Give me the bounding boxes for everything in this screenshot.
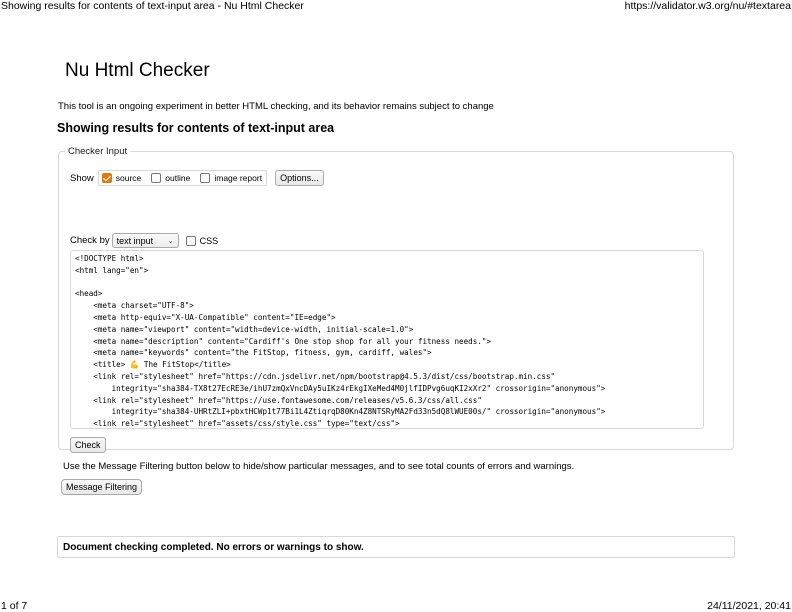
show-row: Show source outline image report Options… xyxy=(70,170,324,186)
show-outline-option[interactable]: outline xyxy=(151,173,190,183)
css-checkbox[interactable] xyxy=(185,235,196,246)
message-filtering-button[interactable]: Message Filtering xyxy=(61,479,143,495)
checker-input-legend: Checker Input xyxy=(68,146,128,157)
outline-label: outline xyxy=(165,173,191,183)
show-image-report-option[interactable]: image report xyxy=(200,173,262,183)
source-checkbox[interactable] xyxy=(101,173,112,183)
check-by-label: Check by xyxy=(70,235,110,246)
code-line: <meta name="keywords" content="the FitSt… xyxy=(75,348,432,358)
message-filtering-note: Use the Message Filtering button below t… xyxy=(63,461,575,472)
code-line: integrity="sha384-UHRtZLI+pbxtHCWp1t77Bi… xyxy=(75,407,606,417)
image-report-checkbox[interactable] xyxy=(200,173,211,183)
code-line: <link rel="stylesheet" href="https://cdn… xyxy=(75,371,556,381)
show-options-group: source outline image report xyxy=(97,170,268,186)
intro-text: This tool is an ongoing experiment in be… xyxy=(58,101,494,112)
css-label: CSS xyxy=(199,235,219,246)
source-textarea[interactable]: <!DOCTYPE html> <html lang="en"> <head> <m… xyxy=(70,250,704,429)
code-line: <meta name="description" content="Cardif… xyxy=(75,336,492,346)
code-line: <title> 💪 The FitStop</title> xyxy=(75,360,231,370)
show-label: Show xyxy=(70,172,94,184)
code-line: <meta http-equiv="X-UA-Compatible" conte… xyxy=(75,312,336,322)
check-by-row: Check by text input ⌄ CSS xyxy=(70,233,218,248)
result-message: Document checking completed. No errors o… xyxy=(57,536,735,558)
image-report-label: image report xyxy=(214,173,263,183)
show-source-option[interactable]: source xyxy=(101,173,142,183)
code-line: <link rel="stylesheet" href="assets/css/… xyxy=(75,419,400,429)
code-line: integrity="sha384-TX8t27EcRE3e/ihU7zmQxV… xyxy=(75,383,606,393)
checker-input-fieldset: Checker Input Show source outline image … xyxy=(58,146,734,453)
code-line: <meta charset="UTF-8"> xyxy=(75,301,194,311)
code-line: <!DOCTYPE html> xyxy=(75,254,144,263)
print-header-url: https://validator.w3.org/nu/#textarea xyxy=(624,0,791,12)
print-footer-page: 1 of 7 xyxy=(1,600,28,612)
chevron-down-icon: ⌄ xyxy=(167,237,174,245)
outline-checkbox[interactable] xyxy=(151,173,162,183)
check-by-select[interactable]: text input ⌄ xyxy=(111,233,179,248)
print-header-title: Showing results for contents of text-inp… xyxy=(1,0,304,12)
css-option[interactable]: CSS xyxy=(185,235,219,246)
check-by-selected-value: text input xyxy=(116,235,154,246)
code-line: <link rel="stylesheet" href="https://use… xyxy=(75,395,482,405)
code-line: <head> xyxy=(75,289,103,299)
results-heading: Showing results for contents of text-inp… xyxy=(57,121,335,135)
check-button[interactable]: Check xyxy=(70,437,106,453)
page-title: Nu Html Checker xyxy=(65,60,210,81)
source-label: source xyxy=(115,173,142,183)
code-line: <html lang="en"> xyxy=(75,265,149,275)
options-button[interactable]: Options... xyxy=(275,170,324,186)
code-line: <meta name="viewport" content="width=dev… xyxy=(75,324,414,334)
print-footer-datetime: 24/11/2021, 20:41 xyxy=(707,600,791,612)
